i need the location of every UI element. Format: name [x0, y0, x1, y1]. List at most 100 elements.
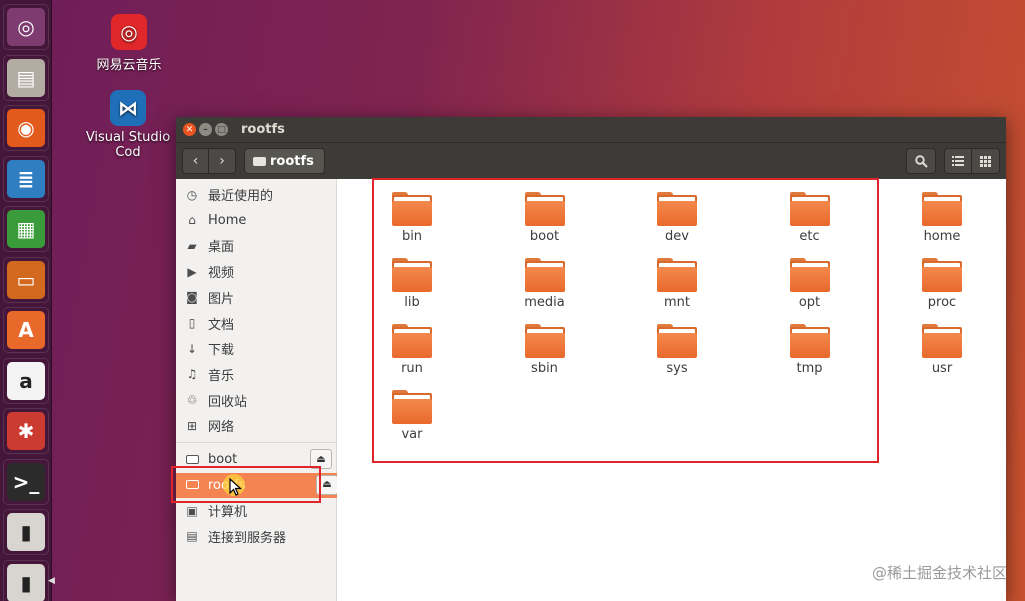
netease-music-icon: ◎: [111, 14, 147, 50]
folder-usr[interactable]: usr: [902, 324, 982, 376]
launcher: ◀ ◎ ▤ ◉ ≣ ▦ ▭ Aa ✱ >_ ▮ ▮: [0, 0, 55, 601]
sidebar: ◷ 最近使用的 ⌂ Home ▰ 桌面 ▶ 视频 ◙ 图片 ▯ 文档 ↓ 下载 ♫ 音乐 ♲ 回收站 ⊞ 网络 boot…: [176, 179, 338, 601]
sidebar-item-label: boot: [208, 452, 238, 467]
desktop-icon-netease-music[interactable]: ◎ 网易云音乐: [90, 14, 168, 73]
sidebar-item-label: 计算机: [208, 505, 248, 520]
list-view-button[interactable]: [944, 148, 972, 174]
launcher-item-amazon[interactable]: a: [3, 358, 49, 404]
toolbar: ‹ › rootfs: [176, 142, 1006, 179]
launcher-item-usb-drive[interactable]: ▮: [3, 509, 49, 555]
camera-icon: ◙: [186, 290, 198, 305]
launcher-item-settings[interactable]: ✱: [3, 408, 49, 454]
vscode-icon: ⋈: [110, 90, 146, 126]
path-label: rootfs: [270, 153, 314, 169]
settings-icon: ✱: [7, 412, 45, 450]
desktop-folder-icon: ▰: [187, 238, 197, 253]
eject-icon: ⏏: [316, 453, 326, 465]
sidebar-item-label: 下载: [208, 343, 235, 359]
sidebar-item-回收站[interactable]: ♲ 回收站: [176, 388, 337, 413]
writer-icon: ≣: [7, 159, 45, 198]
launcher-item-software[interactable]: A: [3, 307, 49, 353]
desktop-icon-vscode[interactable]: ⋈ Visual Studio Cod: [72, 90, 184, 160]
sidebar-item-label: 最近使用的: [208, 189, 274, 204]
launcher-item-firefox[interactable]: ◉: [3, 105, 49, 151]
document-icon: ▯: [188, 316, 196, 330]
clock-icon: ◷: [186, 187, 198, 202]
sidebar-item-label: 音乐: [208, 368, 235, 384]
window-title: rootfs: [241, 122, 285, 137]
close-button[interactable]: ✕: [183, 123, 196, 136]
sidebar-item-下载[interactable]: ↓ 下载: [176, 336, 337, 361]
sidebar-item-连接到服务器[interactable]: ▤ 连接到服务器: [176, 524, 337, 549]
files-icon: ▤: [7, 58, 45, 97]
firefox-icon: ◉: [7, 109, 45, 147]
highlight-box-rootfs: [171, 466, 321, 503]
desktop-icon-label: Visual Studio Cod: [85, 130, 171, 160]
sidebar-item-图片[interactable]: ◙ 图片: [176, 285, 337, 310]
sidebar-item-label: 桌面: [208, 240, 235, 256]
sidebar-item-视频[interactable]: ▶ 视频: [176, 259, 337, 284]
home-icon: ⌂: [188, 213, 196, 228]
music-icon: ♫: [186, 367, 198, 382]
sidebar-item-label: 网络: [208, 420, 235, 436]
sidebar-item-label: 图片: [208, 291, 235, 307]
usb-drive-icon: ▮: [7, 513, 45, 551]
folder-proc[interactable]: proc: [902, 258, 982, 310]
highlight-box-folders: [372, 178, 879, 463]
server-icon: ▤: [186, 529, 198, 544]
software-icon: A: [7, 311, 45, 349]
sidebar-item-home[interactable]: ⌂ Home: [176, 208, 337, 233]
drive-icon: [253, 156, 266, 166]
computer-icon: ▣: [186, 503, 198, 518]
launcher-item-impress[interactable]: ▭: [3, 257, 49, 303]
folder-home[interactable]: home: [902, 192, 982, 244]
amazon-icon: a: [7, 361, 45, 400]
launcher-item-terminal[interactable]: >_: [3, 459, 49, 505]
mouse-pointer-icon: [229, 478, 243, 496]
path-bar-rootfs[interactable]: rootfs: [244, 148, 325, 174]
watermark: @稀土掘金技术社区: [871, 564, 1007, 582]
drive-icon: [185, 453, 199, 467]
launcher-item-usb-drive[interactable]: ▮: [3, 560, 49, 601]
launcher-item-files[interactable]: ▤: [3, 55, 49, 101]
search-button[interactable]: [906, 148, 936, 174]
folder-icon: [922, 324, 962, 358]
folder-icon: [922, 258, 962, 292]
list-icon: [952, 156, 964, 166]
terminal-icon: >_: [7, 462, 45, 501]
grid-icon: [980, 155, 991, 167]
sidebar-item-label: 视频: [208, 266, 235, 282]
video-icon: ▶: [187, 264, 197, 279]
eject-icon: ⏏: [322, 479, 332, 490]
desktop-icon-label: 网易云音乐: [96, 58, 162, 73]
trash-icon: ♲: [186, 393, 198, 408]
sidebar-item-label: 连接到服务器: [208, 530, 287, 546]
minimize-button[interactable]: –: [199, 123, 212, 136]
search-icon: [914, 154, 928, 168]
sidebar-item-最近使用的[interactable]: ◷ 最近使用的: [176, 182, 337, 207]
sidebar-item-音乐[interactable]: ♫ 音乐: [176, 362, 337, 387]
folder-label: home: [923, 229, 961, 244]
sidebar-divider: [176, 442, 337, 443]
impress-icon: ▭: [7, 260, 45, 299]
back-button[interactable]: ‹: [182, 148, 209, 174]
sidebar-item-桌面[interactable]: ▰ 桌面: [176, 233, 337, 258]
sidebar-item-label: 文档: [208, 317, 235, 333]
sidebar-item-网络[interactable]: ⊞ 网络: [176, 413, 337, 438]
launcher-item-calc[interactable]: ▦: [3, 206, 49, 252]
launcher-item-writer[interactable]: ≣: [3, 156, 49, 202]
sidebar-item-label: 回收站: [208, 394, 248, 410]
forward-button[interactable]: ›: [209, 148, 236, 174]
download-icon: ↓: [186, 341, 198, 356]
folder-label: proc: [927, 295, 957, 310]
launcher-scroll-arrow-icon: ◀: [48, 576, 55, 586]
grid-view-button[interactable]: [972, 148, 1000, 174]
titlebar: ✕ – □ rootfs: [176, 117, 1006, 142]
launcher-item-dash[interactable]: ◎: [3, 4, 49, 50]
calc-icon: ▦: [7, 210, 45, 248]
maximize-button[interactable]: □: [215, 123, 228, 136]
folder-label: usr: [931, 361, 953, 376]
folder-icon: [922, 192, 962, 226]
dash-icon: ◎: [7, 8, 45, 46]
sidebar-item-文档[interactable]: ▯ 文档: [176, 311, 337, 336]
